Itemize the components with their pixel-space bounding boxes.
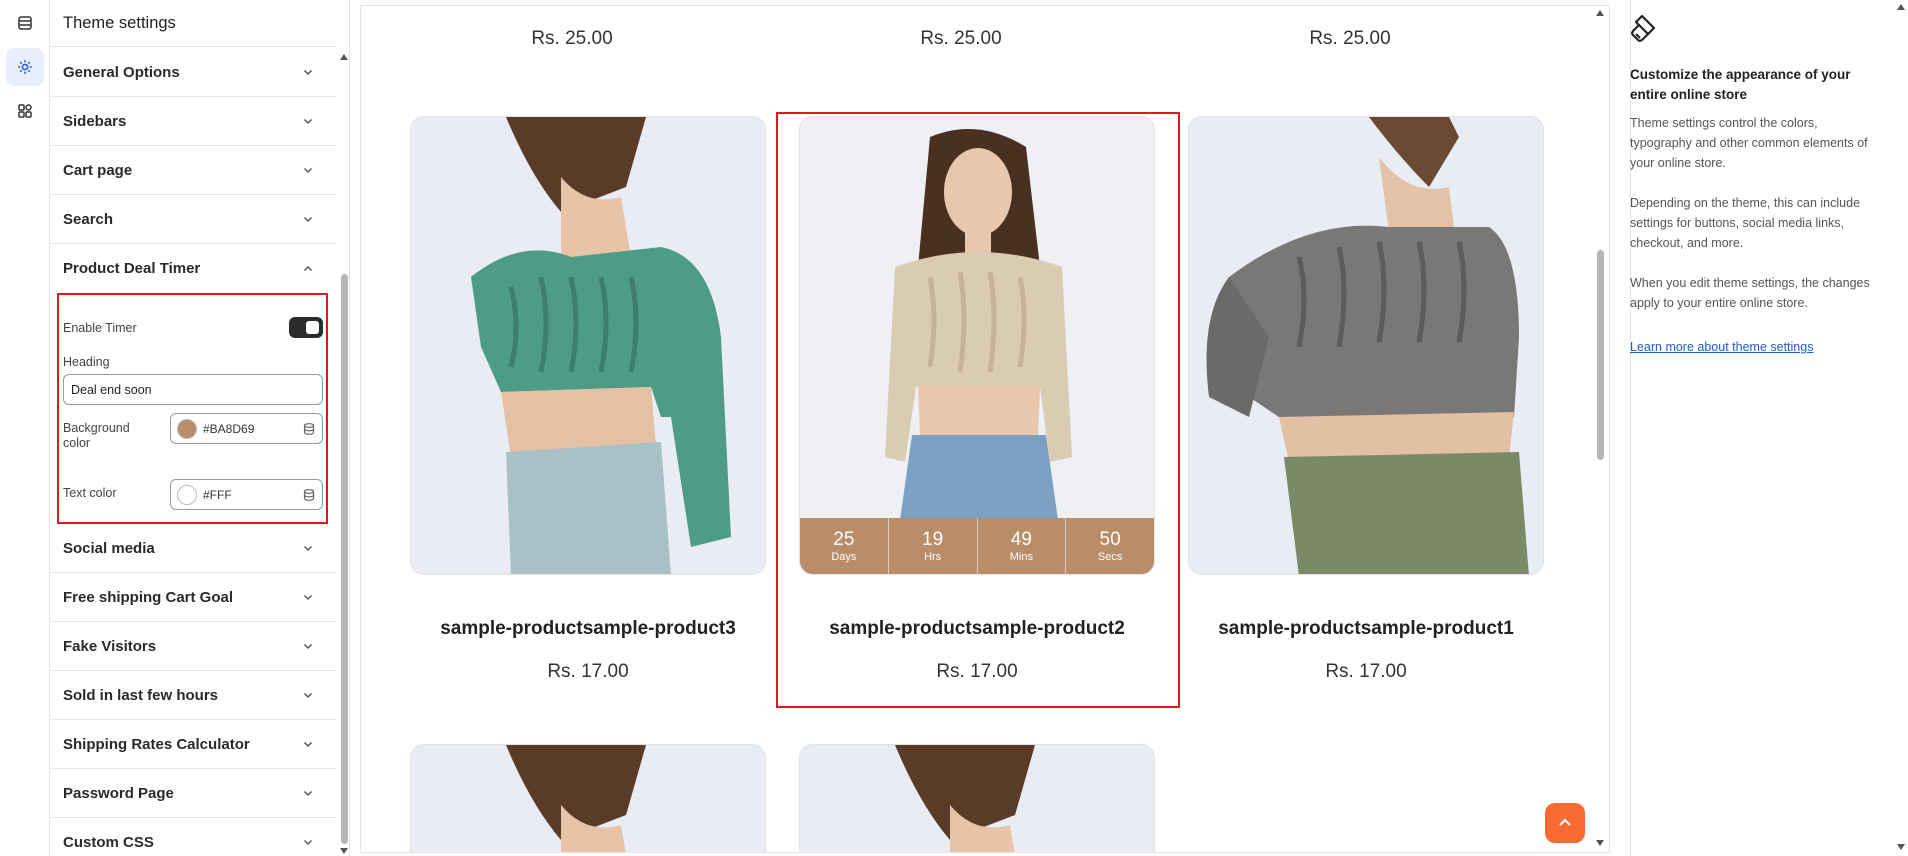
scroll-to-top-button[interactable] (1545, 803, 1585, 843)
product-price: Rs. 25.00 (920, 28, 1002, 49)
section-label: Sold in last few hours (63, 686, 219, 704)
heading-input[interactable]: Deal end soon (63, 374, 323, 405)
scroll-down-arrow[interactable] (340, 848, 348, 854)
color-swatch[interactable] (177, 484, 197, 505)
store-preview: Rs. 25.00 Rs. 25.00 Rs. 25.00 sample-pro… (360, 5, 1610, 853)
chevron-down-icon (303, 839, 313, 846)
section-shipping-rates-calculator[interactable]: Shipping Rates Calculator (50, 720, 336, 769)
section-label: Product Deal Timer (63, 260, 201, 277)
section-product-deal-timer[interactable]: Product Deal Timer (50, 244, 336, 293)
chevron-down-icon (303, 790, 313, 797)
product-title[interactable]: sample-productsample-product3 (393, 618, 783, 640)
chevron-down-icon (303, 643, 313, 650)
product-title[interactable]: sample-productsample-product1 (1171, 618, 1561, 640)
chevron-down-icon (303, 167, 313, 174)
section-password-page[interactable]: Password Page (50, 769, 336, 818)
section-label: Shipping Rates Calculator (63, 735, 250, 753)
product-image[interactable] (1188, 116, 1544, 575)
database-icon[interactable] (302, 488, 316, 502)
product-image[interactable] (799, 744, 1155, 852)
section-free-shipping-cart-goal[interactable]: Free shipping Cart Goal (50, 573, 336, 622)
color-swatch[interactable] (177, 418, 197, 439)
heading-label: Heading (63, 355, 110, 369)
divider (50, 46, 336, 47)
section-social-media[interactable]: Social media (50, 524, 336, 573)
paint-brush-icon (1631, 14, 1656, 42)
chevron-up-icon (303, 265, 313, 271)
chevron-down-icon (303, 216, 313, 223)
settings-accordion: General Options Sidebars Cart page Searc… (50, 48, 336, 856)
scroll-up-arrow[interactable] (1897, 4, 1905, 10)
section-label: Search (63, 210, 114, 228)
product-price: Rs. 17.00 (547, 661, 629, 682)
model-photo (411, 745, 765, 852)
scrollbar-thumb[interactable] (341, 274, 348, 844)
scroll-down-arrow[interactable] (1897, 844, 1905, 850)
chevron-down-icon (303, 741, 313, 748)
info-paragraph: Theme settings control the colors, typog… (1630, 116, 1868, 170)
sections-button[interactable] (6, 4, 44, 42)
model-photo (1189, 117, 1543, 574)
model-photo (411, 117, 765, 574)
selected-product-highlight (776, 112, 1180, 708)
scroll-up-arrow[interactable] (340, 54, 348, 60)
info-scrollbar[interactable] (1895, 0, 1908, 856)
chevron-down-icon (303, 69, 313, 76)
enable-timer-label: Enable Timer (63, 321, 137, 335)
info-paragraph: When you edit theme settings, the change… (1630, 276, 1870, 310)
theme-settings-button[interactable] (6, 48, 44, 86)
enable-timer-toggle[interactable] (289, 317, 323, 338)
section-cart-page[interactable]: Cart page (50, 146, 336, 195)
section-search[interactable]: Search (50, 195, 336, 244)
scroll-up-arrow[interactable] (1596, 10, 1604, 16)
background-color-label: Background color (63, 421, 130, 450)
theme-settings-panel: Theme settings General Options Sidebars … (50, 0, 350, 856)
section-general-options[interactable]: General Options (50, 48, 336, 97)
gear-icon (18, 60, 32, 74)
text-color-label: Text color (63, 486, 117, 500)
color-value: #BA8D69 (203, 421, 255, 436)
background-color-field[interactable]: #BA8D69 (170, 413, 323, 444)
chevron-down-icon (303, 692, 313, 699)
apps-icon (18, 104, 32, 118)
learn-more-link[interactable]: Learn more about theme settings (1630, 340, 1813, 354)
section-label: Free shipping Cart Goal (63, 588, 234, 606)
product-price: Rs. 25.00 (1309, 28, 1391, 49)
product-image[interactable] (410, 116, 766, 575)
section-fake-visitors[interactable]: Fake Visitors (50, 622, 336, 671)
product-image[interactable] (410, 744, 766, 852)
icon-rail (0, 0, 50, 856)
section-label: Social media (63, 539, 155, 557)
apps-button[interactable] (6, 92, 44, 130)
section-label: Fake Visitors (63, 637, 157, 655)
section-sold-in-last-few-hours[interactable]: Sold in last few hours (50, 671, 336, 720)
section-label: Cart page (63, 161, 133, 179)
info-paragraph: Depending on the theme, this can include… (1630, 196, 1861, 250)
color-value: #FFF (203, 487, 232, 502)
sections-icon (18, 16, 32, 30)
section-custom-css[interactable]: Custom CSS (50, 818, 336, 856)
chevron-down-icon (303, 594, 313, 601)
chevron-up-icon (1559, 818, 1571, 826)
model-photo (800, 745, 1154, 852)
product-price: Rs. 25.00 (531, 28, 613, 49)
preview-scrollbar[interactable] (1593, 5, 1607, 853)
scroll-down-arrow[interactable] (1596, 840, 1604, 846)
panel-scrollbar[interactable] (339, 46, 349, 856)
scrollbar-thumb[interactable] (1597, 250, 1604, 460)
text-color-field[interactable]: #FFF (170, 479, 323, 510)
chevron-down-icon (303, 545, 313, 552)
section-sidebars[interactable]: Sidebars (50, 97, 336, 146)
section-label: Password Page (63, 784, 174, 802)
product-price: Rs. 17.00 (1325, 661, 1407, 682)
section-label: Custom CSS (63, 833, 154, 851)
section-label: General Options (63, 63, 180, 81)
info-title: Customize the appearance of your entire … (1630, 67, 1851, 102)
section-label: Sidebars (63, 112, 127, 130)
chevron-down-icon (303, 118, 313, 125)
database-icon[interactable] (302, 422, 316, 436)
panel-title: Theme settings (63, 14, 176, 32)
deal-timer-settings: Enable Timer Heading Deal end soon Backg… (57, 293, 328, 524)
